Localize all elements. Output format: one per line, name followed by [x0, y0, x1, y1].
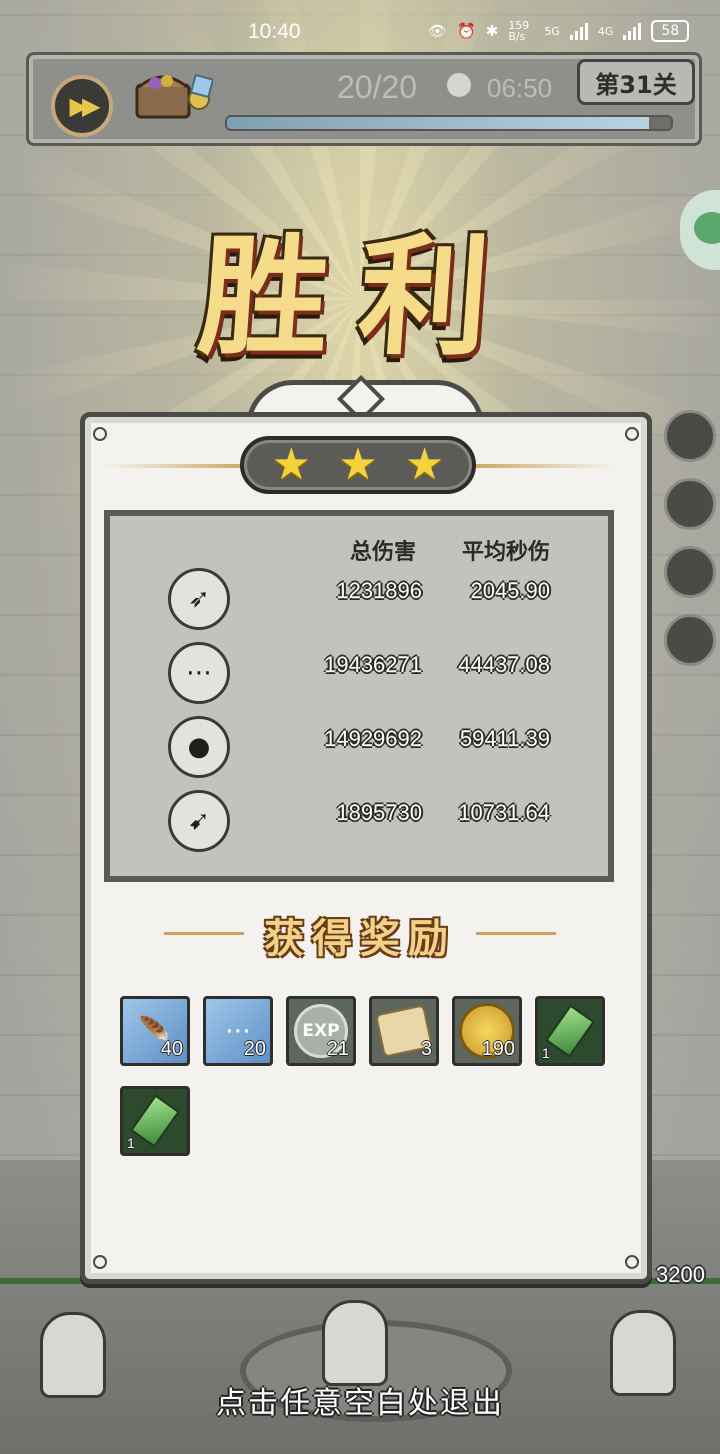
- signal-icon-2: [623, 22, 642, 40]
- victory-title: 胜利: [193, 220, 525, 373]
- fast-forward-button[interactable]: ▶▶: [51, 75, 113, 137]
- table-row: ⋯ 19436271 44437.08: [110, 642, 608, 716]
- rewards-title: 获得奖励: [264, 915, 456, 962]
- alarm-icon: ⏰: [457, 22, 476, 40]
- green-crystal-icon: [130, 1094, 180, 1148]
- table-row: ➶ 1231896 2045.90: [110, 568, 608, 642]
- item-count: 3: [420, 1038, 432, 1060]
- star-icon: ★: [404, 439, 445, 490]
- right-tower-column: [664, 410, 716, 682]
- clock-icon: [447, 73, 471, 97]
- triple-arrow-tower-icon: ➶: [168, 568, 230, 630]
- star-icon: ★: [271, 439, 312, 490]
- battle-timer: 06:50: [487, 73, 553, 103]
- total-damage: 19436271: [324, 652, 422, 677]
- panel-rivet: [93, 1255, 107, 1269]
- avg-dps: 2045.90: [470, 578, 550, 603]
- table-row: ➹ 1895730 10731.64: [110, 790, 608, 864]
- item-count: 190: [481, 1038, 515, 1060]
- energy-bar-fill: [227, 117, 649, 129]
- star-icon: ★: [338, 439, 378, 490]
- damage-stats-table: 总伤害 平均秒伤 ➶ 1231896 2045.90 ⋯ 19436271 44…: [104, 510, 614, 882]
- tower-slot-icon: [664, 478, 716, 530]
- treasure-chest-icon[interactable]: [133, 63, 215, 123]
- avg-dps: 10731.64: [458, 800, 550, 825]
- spike-trap-tower-icon: ⋯: [168, 642, 230, 704]
- panel-rivet: [93, 427, 107, 441]
- star-rating: ★ ★ ★: [240, 436, 476, 494]
- tower-slot-icon: [664, 614, 716, 666]
- wave-counter: 20/20: [337, 69, 418, 105]
- net-speed: 159 B/s: [508, 19, 530, 43]
- exit-hint[interactable]: 点击任意空白处退出: [0, 1378, 720, 1422]
- bomb-tower-icon: ●: [168, 716, 230, 778]
- energy-bar: [225, 115, 673, 131]
- eye-icon: 👁: [428, 22, 448, 40]
- top-hud: ▶▶ 20/20 06:50 第31关: [26, 52, 702, 146]
- reward-item[interactable]: 🪶 40: [120, 996, 190, 1066]
- status-time: 10:40: [248, 20, 301, 43]
- item-count: 20: [243, 1038, 266, 1060]
- signal-icon: [569, 22, 588, 40]
- total-damage: 1895730: [336, 800, 422, 825]
- avg-dps: 44437.08: [458, 652, 550, 677]
- panel-rivet: [625, 427, 639, 441]
- signal-4g-label: 4G: [597, 24, 614, 38]
- panel-rivet: [625, 1255, 639, 1269]
- level-badge: 第31关: [577, 59, 695, 105]
- tower-slot-icon: [664, 410, 716, 462]
- col-header-avg-dps: 平均秒伤: [462, 539, 551, 565]
- table-row: ● 14929692 59411.39: [110, 716, 608, 790]
- reward-item[interactable]: 3: [369, 996, 439, 1066]
- fast-forward-icon: ▶▶: [69, 92, 101, 120]
- base-hp: 3200: [656, 1262, 705, 1287]
- status-bar: 10:40 👁 ⏰ ✱ 159 B/s 5G 4G 58: [0, 14, 720, 52]
- item-count: 21: [326, 1038, 349, 1060]
- avg-dps: 59411.39: [459, 726, 550, 751]
- item-count: 1: [542, 1045, 550, 1061]
- green-crystal-icon: [545, 1004, 595, 1058]
- col-header-total-damage: 总伤害: [350, 539, 417, 565]
- total-damage: 1231896: [336, 578, 422, 603]
- arrow-volley-tower-icon: ➹: [168, 790, 230, 852]
- item-count: 40: [160, 1038, 183, 1060]
- reward-item[interactable]: EXP 21: [286, 996, 356, 1066]
- reward-item[interactable]: 1: [120, 1086, 190, 1156]
- reward-item[interactable]: 190: [452, 996, 522, 1066]
- reward-item[interactable]: ⋯ 20: [203, 996, 273, 1066]
- tower-slot-icon: [664, 546, 716, 598]
- signal-5g-label: 5G: [544, 24, 560, 38]
- bluetooth-icon: ✱: [485, 22, 499, 40]
- hero-wizard: [322, 1300, 388, 1386]
- reward-item[interactable]: 1: [535, 996, 605, 1066]
- total-damage: 14929692: [324, 726, 422, 751]
- item-count: 1: [127, 1135, 135, 1151]
- battery-icon: 58: [651, 20, 690, 42]
